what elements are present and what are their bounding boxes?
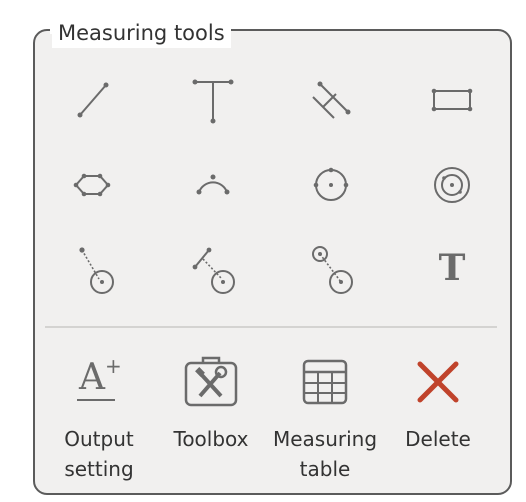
concentric-circles-icon (434, 167, 470, 203)
output-setting-button[interactable]: A + Output setting (44, 352, 154, 484)
toolbox-button[interactable]: Toolbox (156, 352, 266, 454)
concentric-circles-tool-button[interactable] (412, 151, 492, 215)
point-to-circle-tool-button[interactable] (52, 236, 132, 300)
circle-icon (313, 167, 349, 201)
text-setting-icon: A + (69, 352, 129, 412)
circle-to-circle-tool-button[interactable] (291, 236, 371, 300)
line-to-circle-icon (192, 247, 235, 294)
perpendicular-tool-button[interactable] (173, 67, 253, 131)
parallel-lines-icon (312, 81, 351, 119)
circle-tool-button[interactable] (291, 151, 371, 215)
polygon-tool-button[interactable] (52, 151, 132, 215)
measuring-table-label-line1: Measuring (272, 427, 378, 451)
delete-button[interactable]: Delete (383, 352, 493, 454)
delete-icon (408, 352, 468, 412)
text-tool-button[interactable]: T (412, 236, 492, 300)
text-tool-icon: T (438, 247, 466, 289)
toolbox-label: Toolbox (173, 427, 249, 451)
line-tool-button[interactable] (52, 67, 132, 131)
output-setting-label-line2: setting (64, 457, 134, 481)
arc-tool-button[interactable] (173, 151, 253, 215)
line-to-circle-tool-button[interactable] (173, 236, 253, 300)
polygon-icon (73, 173, 111, 197)
circle-to-circle-icon (312, 246, 353, 294)
rectangle-icon (431, 88, 473, 112)
point-to-circle-icon (79, 247, 114, 294)
arc-icon (196, 174, 230, 195)
delete-label: Delete (405, 427, 471, 451)
section-divider (45, 326, 497, 328)
table-icon (295, 352, 355, 412)
parallel-tool-button[interactable] (291, 67, 371, 131)
line-tool-icon (77, 82, 109, 118)
panel-title: Measuring tools (52, 18, 231, 48)
measuring-table-button[interactable]: Measuring table (270, 352, 380, 484)
measuring-table-label-line2: table (299, 457, 351, 481)
output-setting-label-line1: Output (64, 427, 134, 451)
perpendicular-icon (192, 79, 234, 124)
toolbox-icon (181, 352, 241, 412)
rectangle-tool-button[interactable] (412, 67, 492, 131)
